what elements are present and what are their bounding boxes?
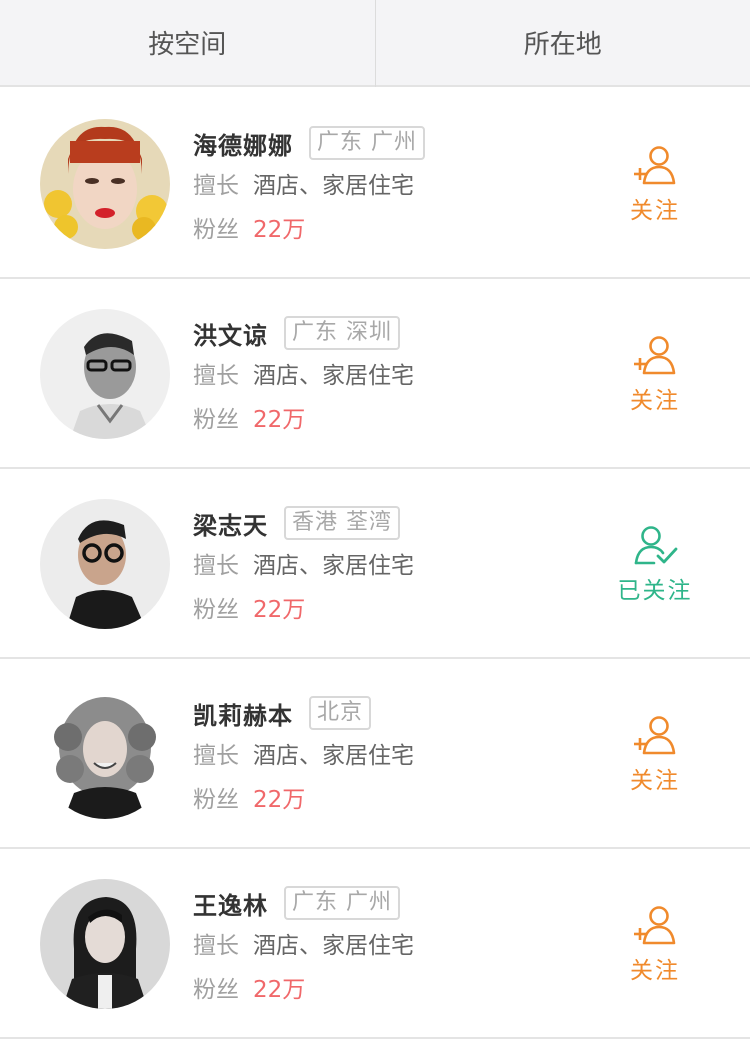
specialty-value: 酒店、家居住宅 [253,173,414,199]
user-check-icon [632,525,678,567]
tab-by-space[interactable]: 按空间 [0,0,375,85]
follow-label: 关注 [630,191,680,225]
designer-info: 王逸林 广东 广州 擅长酒店、家居住宅 粉丝 22万 [193,885,590,1009]
designer-row[interactable]: 梁志天 香港 荃湾 擅长酒店、家居住宅 粉丝 22万 已关注 [0,469,750,659]
avatar[interactable] [40,499,170,629]
follow-button[interactable]: 关注 [600,905,710,985]
follow-label: 关注 [630,381,680,415]
fans-label: 粉丝 [193,787,239,813]
specialty-label: 擅长 [193,933,239,959]
fans-count: 22万 [253,597,305,623]
designer-info: 海德娜娜 广东 广州 擅长酒店、家居住宅 粉丝 22万 [193,125,590,249]
designer-list: 海德娜娜 广东 广州 擅长酒店、家居住宅 粉丝22万 关注 [0,89,750,1039]
location-badge: 香港 荃湾 [284,506,400,540]
follow-button[interactable]: 关注 [600,335,710,415]
specialty-label: 擅长 [193,553,239,579]
designer-name: 梁志天 [193,506,268,541]
fans-label: 粉丝 [193,407,239,433]
follow-button[interactable]: 关注 [600,715,710,795]
fans-count: 22万 [253,217,305,243]
fans-label: 粉丝 [193,217,239,243]
location-badge: 北京 [309,696,371,730]
designer-name: 海德娜娜 [193,126,293,161]
fans-count: 22万 [253,977,305,1003]
designer-name: 洪文谅 [193,316,268,351]
avatar[interactable] [40,119,170,249]
tab-location[interactable]: 所在地 [376,0,750,85]
specialty-label: 擅长 [193,743,239,769]
avatar[interactable] [40,309,170,439]
follow-label: 关注 [630,761,680,795]
designer-info: 洪文谅 广东 深圳 擅长酒店、家居住宅 粉丝 22万 [193,315,590,439]
follow-label: 已关注 [618,571,693,605]
fans-count: 22万 [253,787,305,813]
add-user-icon [632,145,678,187]
follow-button[interactable]: 关注 [600,145,710,225]
add-user-icon [632,905,678,947]
location-badge: 广东 广州 [309,126,425,160]
designer-name: 凯莉赫本 [193,696,293,731]
specialty-label: 擅长 [193,173,239,199]
location-badge: 广东 广州 [284,886,400,920]
specialty-value: 酒店、家居住宅 [253,553,414,579]
fans-count: 22万 [253,407,305,433]
avatar[interactable] [40,879,170,1009]
designer-name: 王逸林 [193,886,268,921]
designer-row[interactable]: 凯莉赫本 北京 擅长酒店、家居住宅 粉丝 22万 关注 [0,659,750,849]
follow-label: 关注 [630,951,680,985]
specialty-value: 酒店、家居住宅 [253,743,414,769]
specialty-value: 酒店、家居住宅 [253,933,414,959]
specialty-value: 酒店、家居住宅 [253,363,414,389]
designer-row[interactable]: 洪文谅 广东 深圳 擅长酒店、家居住宅 粉丝 22万 关注 [0,279,750,469]
designer-row[interactable]: 王逸林 广东 广州 擅长酒店、家居住宅 粉丝 22万 关注 [0,849,750,1039]
designer-info: 凯莉赫本 北京 擅长酒店、家居住宅 粉丝 22万 [193,695,590,819]
specialty-label: 擅长 [193,363,239,389]
add-user-icon [632,715,678,757]
filter-tabs: 按空间 所在地 [0,0,750,87]
location-badge: 广东 深圳 [284,316,400,350]
fans-label: 粉丝 [193,597,239,623]
followed-button[interactable]: 已关注 [600,525,710,605]
fans-label: 粉丝 [193,977,239,1003]
add-user-icon [632,335,678,377]
designer-row[interactable]: 海德娜娜 广东 广州 擅长酒店、家居住宅 粉丝 22万 关注 [0,89,750,279]
avatar[interactable] [40,689,170,819]
designer-info: 梁志天 香港 荃湾 擅长酒店、家居住宅 粉丝 22万 [193,505,590,629]
